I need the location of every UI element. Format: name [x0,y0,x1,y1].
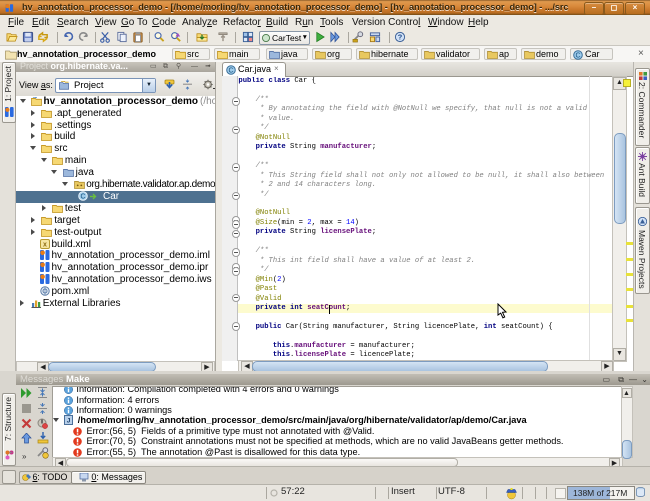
svg-text:x: x [43,241,47,248]
svg-text:?: ? [398,32,403,41]
svg-text:C: C [80,193,85,200]
svg-text:C: C [228,67,233,74]
svg-text:C: C [575,53,580,60]
svg-text:J: J [67,418,71,425]
